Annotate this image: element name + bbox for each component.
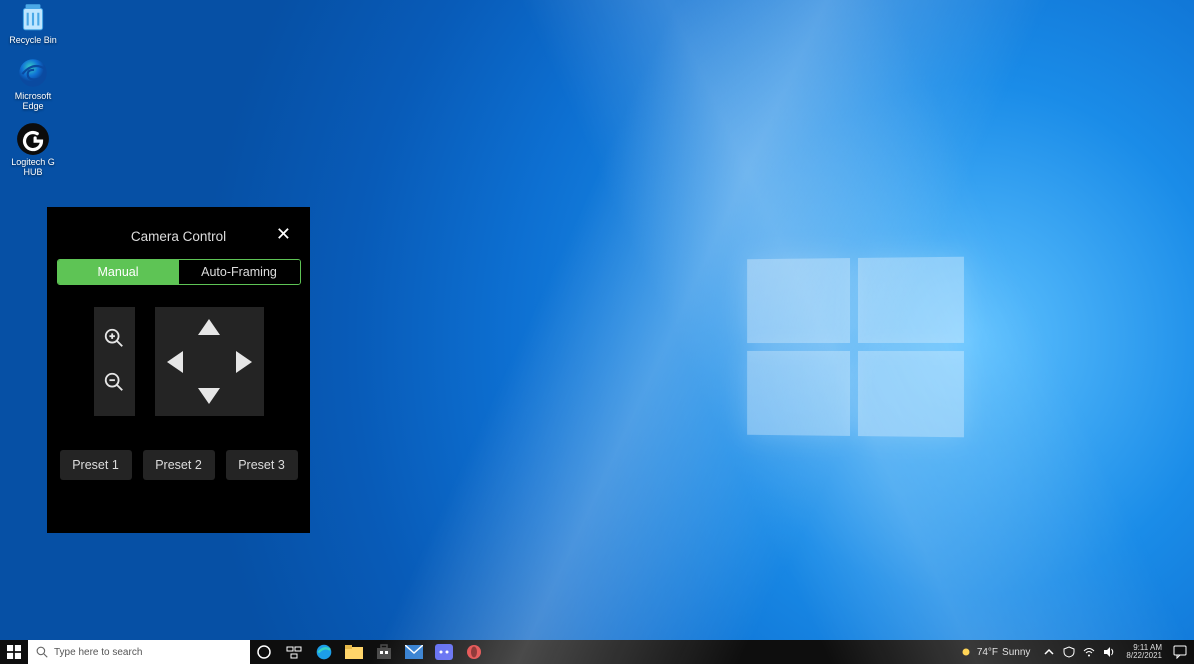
tilt-up-button[interactable] <box>198 319 220 335</box>
zoom-out-button[interactable] <box>103 371 125 396</box>
close-button[interactable]: ✕ <box>272 221 295 247</box>
arrow-left-icon <box>167 351 183 373</box>
task-view-icon <box>286 644 302 660</box>
tray-chevron-up-button[interactable] <box>1042 645 1056 659</box>
taskbar-app-mail[interactable] <box>404 642 424 662</box>
wifi-icon <box>1083 646 1095 658</box>
opera-icon <box>466 644 482 660</box>
preset-3-button[interactable]: Preset 3 <box>226 450 298 480</box>
search-placeholder: Type here to search <box>54 647 142 658</box>
arrow-down-icon <box>198 388 220 404</box>
windows-start-icon <box>7 645 21 659</box>
volume-icon <box>1103 646 1115 658</box>
recycle-bin-icon <box>16 0 50 34</box>
chevron-up-icon <box>1044 647 1054 657</box>
desktop-wallpaper: Recycle Bin Microsoft Edge Logitech G HU… <box>0 0 1194 664</box>
system-tray: 74°F Sunny 9:11 AM 8/22/2021 <box>953 644 1194 660</box>
tray-network-button[interactable] <box>1082 645 1096 659</box>
zoom-in-button[interactable] <box>103 327 125 352</box>
cortana-button[interactable] <box>254 642 274 662</box>
tray-volume-button[interactable] <box>1102 645 1116 659</box>
pan-tilt-zoom-controls <box>94 307 264 416</box>
taskbar-app-opera[interactable] <box>464 642 484 662</box>
windows-logo <box>747 257 964 438</box>
logitech-g-hub-icon <box>16 122 50 156</box>
pan-tilt-dpad <box>155 307 264 416</box>
preset-2-button[interactable]: Preset 2 <box>143 450 215 480</box>
taskbar-app-discord[interactable] <box>434 642 454 662</box>
clock[interactable]: 9:11 AM 8/22/2021 <box>1126 644 1162 660</box>
microsoft-store-icon <box>376 644 392 660</box>
weather-temp: 74°F <box>977 647 998 658</box>
weather-label: Sunny <box>1002 647 1030 658</box>
search-box[interactable]: Type here to search <box>28 640 250 664</box>
desktop-icons: Recycle Bin Microsoft Edge Logitech G HU… <box>6 0 60 177</box>
task-view-button[interactable] <box>284 642 304 662</box>
notification-icon <box>1173 645 1187 659</box>
tilt-down-button[interactable] <box>198 388 220 404</box>
desktop-icon-label: Logitech G HUB <box>6 158 60 178</box>
arrow-up-icon <box>198 319 220 335</box>
shield-icon <box>1063 646 1075 658</box>
mail-icon <box>405 645 423 659</box>
camera-control-window: Camera Control ✕ Manual Auto-Framing <box>47 207 310 533</box>
taskbar: Type here to search 74°F Sunny 9:11 A <box>0 640 1194 664</box>
file-explorer-icon <box>345 644 363 660</box>
tab-manual[interactable]: Manual <box>58 260 179 284</box>
desktop-icon-edge[interactable]: Microsoft Edge <box>6 56 60 112</box>
preset-1-button[interactable]: Preset 1 <box>60 450 132 480</box>
discord-icon <box>435 644 453 660</box>
tray-security-button[interactable] <box>1062 645 1076 659</box>
taskbar-app-store[interactable] <box>374 642 394 662</box>
desktop-icon-label: Microsoft Edge <box>6 92 60 112</box>
zoom-in-icon <box>103 327 125 349</box>
sunny-icon <box>959 645 973 659</box>
microsoft-edge-icon <box>315 643 333 661</box>
taskbar-pinned-apps <box>254 642 484 662</box>
zoom-group <box>94 307 135 416</box>
presets-row: Preset 1 Preset 2 Preset 3 <box>60 450 298 480</box>
mode-toggle: Manual Auto-Framing <box>57 259 301 285</box>
pan-left-button[interactable] <box>167 351 183 373</box>
microsoft-edge-icon <box>16 56 50 90</box>
arrow-right-icon <box>236 351 252 373</box>
cortana-circle-icon <box>256 644 272 660</box>
weather-widget[interactable]: 74°F Sunny <box>959 645 1031 659</box>
camera-control-title: Camera Control <box>131 229 226 244</box>
desktop-icon-recycle-bin[interactable]: Recycle Bin <box>6 0 60 46</box>
pan-right-button[interactable] <box>236 351 252 373</box>
zoom-out-icon <box>103 371 125 393</box>
clock-date: 8/22/2021 <box>1126 652 1162 660</box>
tab-auto-framing[interactable]: Auto-Framing <box>179 260 300 284</box>
taskbar-app-edge[interactable] <box>314 642 334 662</box>
camera-control-header: Camera Control ✕ <box>54 219 303 253</box>
desktop-icon-logitech-g-hub[interactable]: Logitech G HUB <box>6 122 60 178</box>
close-icon: ✕ <box>276 224 291 244</box>
search-icon <box>36 646 48 658</box>
taskbar-app-file-explorer[interactable] <box>344 642 364 662</box>
desktop-icon-label: Recycle Bin <box>9 36 57 46</box>
action-center-button[interactable] <box>1172 644 1188 660</box>
start-button[interactable] <box>0 645 28 659</box>
